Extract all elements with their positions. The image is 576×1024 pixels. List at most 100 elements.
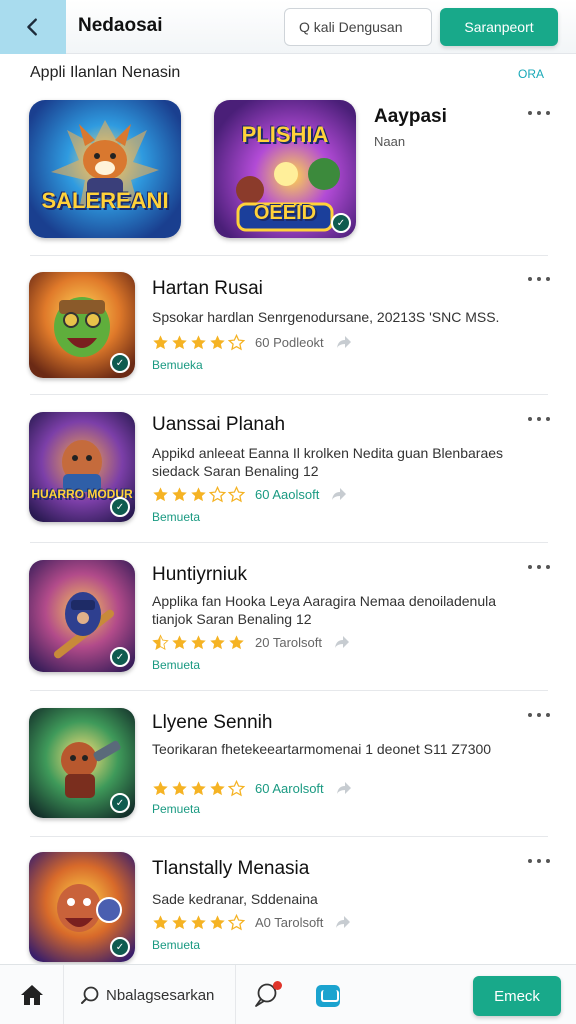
rating-text: 60 Aarolsoft [255,780,324,796]
header-search-text: Q kali Dengusan [299,19,403,35]
star-filled-icon [172,634,187,649]
share-icon[interactable] [336,335,352,349]
rating-text: 60 Podleokt [255,334,324,350]
star-rating: 20 Tarolsoft [152,632,350,652]
share-icon[interactable] [331,487,347,501]
app-name: Llyene Sennih [152,712,273,733]
page-title: Nedaosai [78,15,163,36]
app-icon-image: ✓ [29,852,135,962]
star-rating: 60 Aaolsoft [152,484,347,504]
star-filled-icon [172,914,187,929]
app-list-item[interactable]: ✓ Llyene Sennih Teorikaran fhetekeeartar… [0,694,576,836]
app-status: Bemueta [152,658,201,672]
more-options-icon[interactable] [528,856,550,866]
star-filled-icon [172,334,187,349]
divider [30,690,548,691]
app-icon-image: ✓ [29,708,135,818]
app-name: Tlanstally Menasia [152,858,310,879]
divider [30,394,548,395]
verified-badge-icon: ✓ [110,793,130,813]
star-empty-icon [228,779,245,796]
more-options-icon[interactable] [528,108,550,118]
star-filled-icon [153,780,168,795]
app-name: Hartan Rusai [152,278,263,299]
search-input[interactable]: Q kali Dengusan [284,8,432,46]
rating-text: 20 Tarolsoft [255,634,322,650]
more-options-icon[interactable] [528,562,550,572]
chevron-left-icon [27,18,37,36]
app-icon[interactable] [316,985,340,1007]
chat-button[interactable] [252,981,282,1009]
star-empty-icon [228,485,245,502]
app-list-item[interactable]: HUARRO MODUR ✓ Uanssai Planah Appikd anl… [0,398,576,544]
app-icon-image: ✓ [29,560,135,672]
verified-badge-icon: ✓ [110,937,130,957]
app-list-item[interactable]: ✓ Tlanstally Menasia Sade kedranar, Sdde… [0,840,576,964]
star-filled-icon [153,914,168,929]
featured-app-subtitle: Naan [374,134,406,149]
star-filled-icon [210,334,225,349]
verified-badge-icon: ✓ [110,497,130,517]
star-empty-icon [228,913,245,930]
bottom-nav-bar: Nbalagsesarkan Emeck [0,964,576,1024]
more-options-icon[interactable] [528,710,550,720]
star-filled-icon [153,334,168,349]
bottom-search-button[interactable]: Nbalagsesarkan [64,965,236,1024]
home-icon [20,985,43,1005]
app-status: Bemueka [152,358,203,372]
header: Nedaosai Q kali Dengusan Saranpeort [0,0,576,54]
header-action-button[interactable]: Saranpeort [440,8,558,46]
star-filled-icon [210,914,225,929]
featured-tile[interactable]: PLISHIA OEEID ✓ [214,100,356,238]
star-filled-icon [191,780,206,795]
share-icon[interactable] [336,781,352,795]
divider [30,542,548,543]
back-button[interactable] [0,0,66,54]
app-description: Sade kedranar, Sddenaina [152,891,318,907]
bottom-action-button[interactable]: Emeck [473,976,561,1016]
more-options-icon[interactable] [528,414,550,424]
share-icon[interactable] [335,915,351,929]
section-title: Appli Ilanlan Nenasin [30,64,181,81]
bottom-search-label: Nbalagsesarkan [106,986,215,1004]
star-empty-icon [209,485,226,502]
app-list-item[interactable]: ✓ Hartan Rusai Spsokar hardlan Senrgenod… [0,260,576,394]
divider [30,836,548,837]
star-filled-icon [210,634,225,649]
app-description: Applika fan Hooka Leya Aaragira Nemaa de… [152,593,497,627]
star-rating: A0 Tarolsoft [152,912,351,932]
app-icon-image: ✓ [29,272,135,378]
app-status: Bemueta [152,938,201,952]
star-filled-icon [191,634,206,649]
star-filled-icon [191,486,206,501]
rating-text: A0 Tarolsoft [255,914,324,930]
star-filled-icon [191,914,206,929]
star-empty-icon [228,333,245,350]
app-name: Huntiyrniuk [152,564,248,585]
featured-tile-art-title: PLISHIA [241,122,329,147]
star-filled-icon [153,486,168,501]
star-filled-icon [210,780,225,795]
app-description: Teorikaran fhetekeeartarmomenai 1 deonet… [152,741,492,757]
home-button[interactable] [0,965,64,1024]
featured-tile[interactable]: SALEREANI [29,100,181,238]
rating-text: 60 Aaolsoft [255,486,320,502]
app-status: Pemueta [152,802,201,816]
star-filled-icon [229,634,244,649]
section-more-link[interactable]: ORA [518,67,544,81]
game-art-image [51,120,159,210]
app-list-item[interactable]: ✓ Huntiyrniuk Applika fan Hooka Leya Aar… [0,546,576,692]
star-filled-icon [172,486,187,501]
more-options-icon[interactable] [528,274,550,284]
verified-badge-icon: ✓ [110,647,130,667]
featured-tile-art-text: SALEREANI [41,188,169,213]
star-filled-icon [191,334,206,349]
star-half-icon [152,633,169,650]
app-name: Uanssai Planah [152,414,286,435]
search-icon [81,986,99,1004]
share-icon[interactable] [334,635,350,649]
app-status: Bemueta [152,510,201,524]
app-icon-image: HUARRO MODUR ✓ [29,412,135,522]
notification-dot [273,981,282,990]
app-description: Appikd anleeat Eanna Il krolken Nedita g… [152,445,504,479]
